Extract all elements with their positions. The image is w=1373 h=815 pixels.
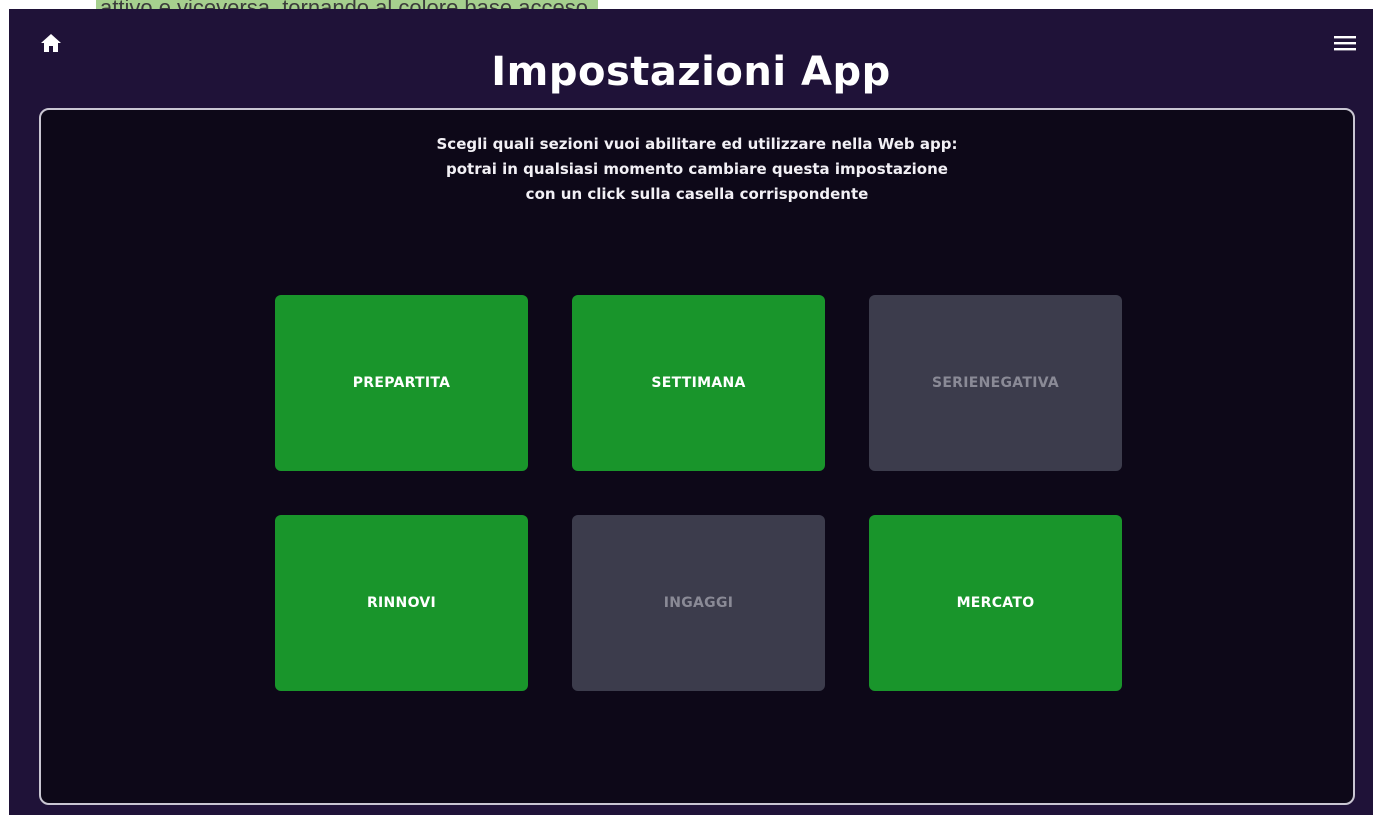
- instructions-line-3: con un click sulla casella corrispondent…: [525, 185, 869, 203]
- section-label: INGAGGI: [663, 595, 734, 611]
- section-toggle-rinnovi[interactable]: RINNOVI: [275, 515, 528, 691]
- section-label: RINNOVI: [366, 595, 437, 611]
- section-label: MERCATO: [956, 595, 1035, 611]
- instructions-line-1: Scegli quali sezioni vuoi abilitare ed u…: [436, 135, 958, 153]
- top-caption: attivo e viceversa, tornando al colore b…: [96, 0, 756, 9]
- section-toggle-mercato[interactable]: MERCATO: [869, 515, 1122, 691]
- section-label: SERIENEGATIVA: [931, 375, 1060, 391]
- section-toggle-ingaggi[interactable]: INGAGGI: [572, 515, 825, 691]
- section-label: PREPARTITA: [352, 375, 451, 391]
- section-toggle-serienegativa[interactable]: SERIENEGATIVA: [869, 295, 1122, 471]
- section-toggle-prepartita[interactable]: PREPARTITA: [275, 295, 528, 471]
- instructions-line-2: potrai in qualsiasi momento cambiare que…: [446, 160, 948, 178]
- section-label: SETTIMANA: [651, 375, 746, 391]
- app-window: Impostazioni App Scegli quali sezioni vu…: [9, 9, 1373, 815]
- settings-panel: Scegli quali sezioni vuoi abilitare ed u…: [39, 108, 1355, 805]
- instructions-text: Scegli quali sezioni vuoi abilitare ed u…: [41, 132, 1353, 207]
- section-toggle-settimana[interactable]: SETTIMANA: [572, 295, 825, 471]
- page-title: Impostazioni App: [491, 49, 891, 95]
- top-caption-text: attivo e viceversa, tornando al colore b…: [96, 0, 599, 9]
